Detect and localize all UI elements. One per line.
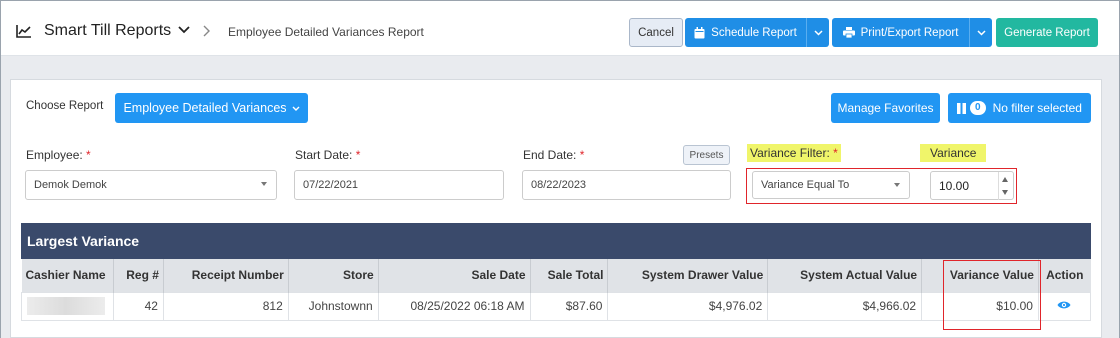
report-select-value: Employee Detailed Variances (123, 101, 287, 115)
chevron-down-icon (976, 29, 986, 36)
redacted-name (27, 297, 105, 315)
table-title-bar: Largest Variance (21, 223, 1091, 259)
start-date-label-text: Start Date: (295, 148, 353, 162)
spin-down-icon[interactable] (1002, 190, 1008, 195)
start-date-label: Start Date: * (295, 148, 360, 162)
col-action: Action (1038, 259, 1091, 292)
cell-cashier-name (21, 291, 114, 321)
end-date-label: End Date: * (523, 148, 584, 162)
variance-filter-label-text: Variance Filter: (750, 146, 830, 160)
schedule-report-label: Schedule Report (711, 26, 797, 39)
col-system-actual-value[interactable]: System Actual Value (767, 259, 923, 292)
col-variance-value[interactable]: Variance Value (921, 259, 1039, 292)
cell-system-actual-value: $4,966.02 (767, 291, 923, 321)
cell-sale-total: $87.60 (529, 291, 609, 321)
col-system-drawer-value[interactable]: System Drawer Value (607, 259, 769, 292)
filter-summary-button[interactable]: 0 No filter selected (948, 93, 1091, 123)
required-mark: * (86, 148, 91, 162)
spin-up-icon[interactable] (1002, 177, 1008, 182)
variance-label-highlight: Variance (920, 144, 987, 162)
cell-receipt-number: 812 (162, 291, 289, 321)
schedule-dropdown-button[interactable] (806, 18, 829, 47)
eye-icon[interactable] (1057, 300, 1071, 310)
start-date-input[interactable]: 07/22/2021 (294, 170, 504, 200)
caret-down-icon (261, 182, 267, 186)
employee-label: Employee: * (26, 148, 91, 162)
end-date-label-text: End Date: (523, 148, 577, 162)
variance-input-value: 10.00 (939, 178, 970, 193)
col-receipt-number[interactable]: Receipt Number (163, 259, 289, 292)
cell-reg: 42 (112, 291, 164, 321)
col-cashier-name[interactable]: Cashier Name (21, 259, 114, 292)
required-mark: * (833, 146, 838, 160)
table-title: Largest Variance (27, 233, 140, 249)
chevron-down-icon (813, 29, 823, 36)
presets-button[interactable]: Presets (683, 145, 730, 165)
chevron-right-icon (203, 25, 210, 37)
employee-select[interactable]: Demok Demok (25, 170, 277, 200)
variance-filter-select[interactable]: Variance Equal To (752, 171, 910, 199)
end-date-input[interactable]: 08/22/2023 (522, 170, 731, 200)
filter-summary-label: No filter selected (992, 101, 1082, 115)
col-store[interactable]: Store (288, 259, 379, 292)
printer-icon (842, 27, 855, 38)
variance-filter-value: Variance Equal To (761, 179, 850, 191)
choose-report-label: Choose Report (26, 100, 104, 112)
variance-spinner[interactable] (998, 172, 1012, 200)
print-export-button[interactable]: Print/Export Report (832, 18, 969, 47)
required-mark: * (579, 148, 585, 162)
filter-count-badge: 0 (970, 101, 986, 115)
print-export-dropdown-button[interactable] (969, 18, 992, 47)
col-reg[interactable]: Reg # (113, 259, 164, 292)
breadcrumb: Employee Detailed Variances Report (228, 25, 424, 39)
caret-down-icon (894, 183, 900, 187)
app-title[interactable]: Smart Till Reports (44, 22, 171, 40)
employee-label-text: Employee: (26, 148, 83, 162)
cell-store: Johnstownn (287, 291, 379, 321)
variance-filter-label-highlight: Variance Filter: * (747, 144, 841, 162)
cell-variance-value: $10.00 (921, 291, 1039, 321)
col-sale-total[interactable]: Sale Total (530, 259, 609, 292)
cell-system-drawer-value: $4,976.02 (607, 291, 769, 321)
generate-report-button[interactable]: Generate Report (996, 18, 1098, 47)
print-export-label: Print/Export Report (860, 26, 959, 39)
cell-action (1037, 291, 1092, 321)
variance-table: Cashier Name Reg # Receipt Number Store … (21, 259, 1092, 321)
filter-columns-icon (957, 102, 967, 114)
required-mark: * (355, 148, 361, 162)
chevron-down-icon (292, 106, 300, 111)
calendar-icon (694, 26, 705, 38)
table-header-row: Cashier Name Reg # Receipt Number Store … (21, 259, 1091, 292)
employee-select-value: Demok Demok (34, 179, 107, 191)
variance-label: Variance (920, 144, 987, 162)
chevron-down-icon[interactable] (178, 26, 190, 34)
report-select-dropdown[interactable]: Employee Detailed Variances (115, 93, 308, 123)
variance-filter-label: Variance Filter: * (747, 144, 841, 162)
manage-favorites-button[interactable]: Manage Favorites (831, 93, 940, 123)
cancel-button[interactable]: Cancel (629, 18, 683, 47)
schedule-report-button[interactable]: Schedule Report (685, 18, 806, 47)
col-sale-date[interactable]: Sale Date (378, 259, 531, 292)
cell-sale-date: 08/25/2022 06:18 AM (377, 291, 531, 321)
start-date-value: 07/22/2021 (303, 179, 359, 191)
line-chart-icon (16, 25, 31, 38)
end-date-value: 08/22/2023 (531, 179, 587, 191)
table-row: 42 812 Johnstownn 08/25/2022 06:18 AM $8… (21, 291, 1092, 321)
